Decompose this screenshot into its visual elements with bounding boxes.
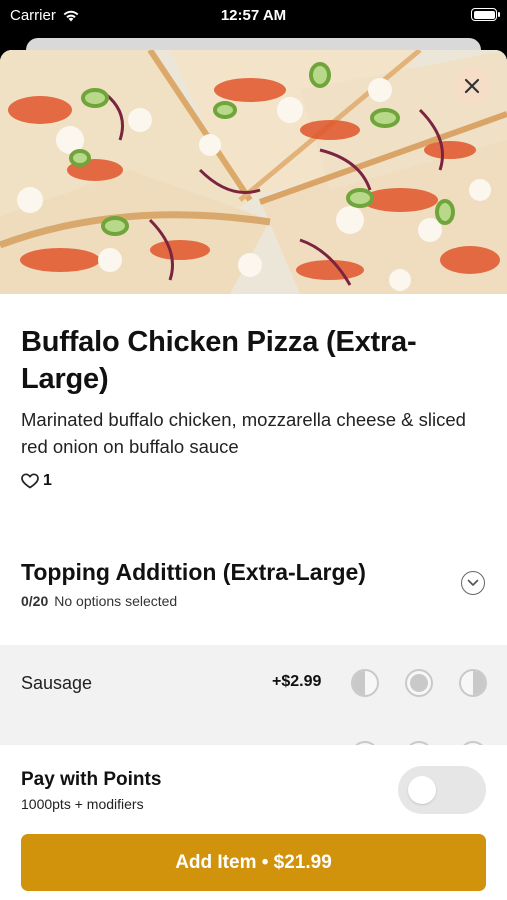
chevron-down-icon[interactable] bbox=[461, 571, 485, 595]
status-time: 12:57 AM bbox=[220, 7, 287, 24]
whole-portion-button[interactable] bbox=[405, 669, 433, 697]
checkout-footer: Pay with Points 1000pts + modifiers Add … bbox=[0, 745, 507, 900]
battery-icon bbox=[471, 8, 500, 21]
left-half-portion-button[interactable] bbox=[351, 669, 379, 697]
heart-icon bbox=[21, 473, 39, 489]
add-item-button[interactable]: Add Item • $21.99 bbox=[21, 834, 486, 891]
like-count: 1 bbox=[43, 472, 52, 489]
pay-with-points-toggle[interactable] bbox=[398, 766, 486, 814]
item-description: Marinated buffalo chicken, mozzarella ch… bbox=[21, 409, 466, 457]
modifier-group-count: 0/20 bbox=[21, 593, 49, 609]
pay-with-points-subtitle: 1000pts + modifiers bbox=[21, 796, 144, 812]
modifier-group-header[interactable]: Topping Addittion (Extra-Large) 0/20 No o… bbox=[0, 557, 507, 645]
status-bar: Carrier 12:57 AM bbox=[0, 0, 507, 34]
item-info: Buffalo Chicken Pizza (Extra-Large) Mari… bbox=[21, 324, 486, 490]
option-row-sausage: Sausage +$2.99 bbox=[0, 645, 507, 721]
toggle-knob bbox=[408, 776, 436, 804]
close-icon bbox=[464, 78, 480, 94]
like-button[interactable]: 1 bbox=[21, 472, 486, 490]
option-price: +$2.99 bbox=[272, 673, 322, 690]
modifier-group-status-text: No options selected bbox=[54, 593, 178, 609]
pay-with-points-title: Pay with Points bbox=[21, 769, 162, 790]
item-image bbox=[0, 50, 507, 294]
option-name: Sausage bbox=[21, 673, 93, 693]
modifier-group-status: 0/20 No options selected bbox=[21, 593, 177, 609]
right-half-portion-button[interactable] bbox=[459, 669, 487, 697]
item-detail-sheet: Buffalo Chicken Pizza (Extra-Large) Mari… bbox=[0, 50, 507, 900]
modifier-group-title: Topping Addittion (Extra-Large) bbox=[21, 559, 366, 585]
close-button[interactable] bbox=[453, 67, 491, 105]
option-list: Sausage +$2.99 bbox=[0, 645, 507, 769]
item-title: Buffalo Chicken Pizza (Extra-Large) bbox=[21, 326, 417, 395]
